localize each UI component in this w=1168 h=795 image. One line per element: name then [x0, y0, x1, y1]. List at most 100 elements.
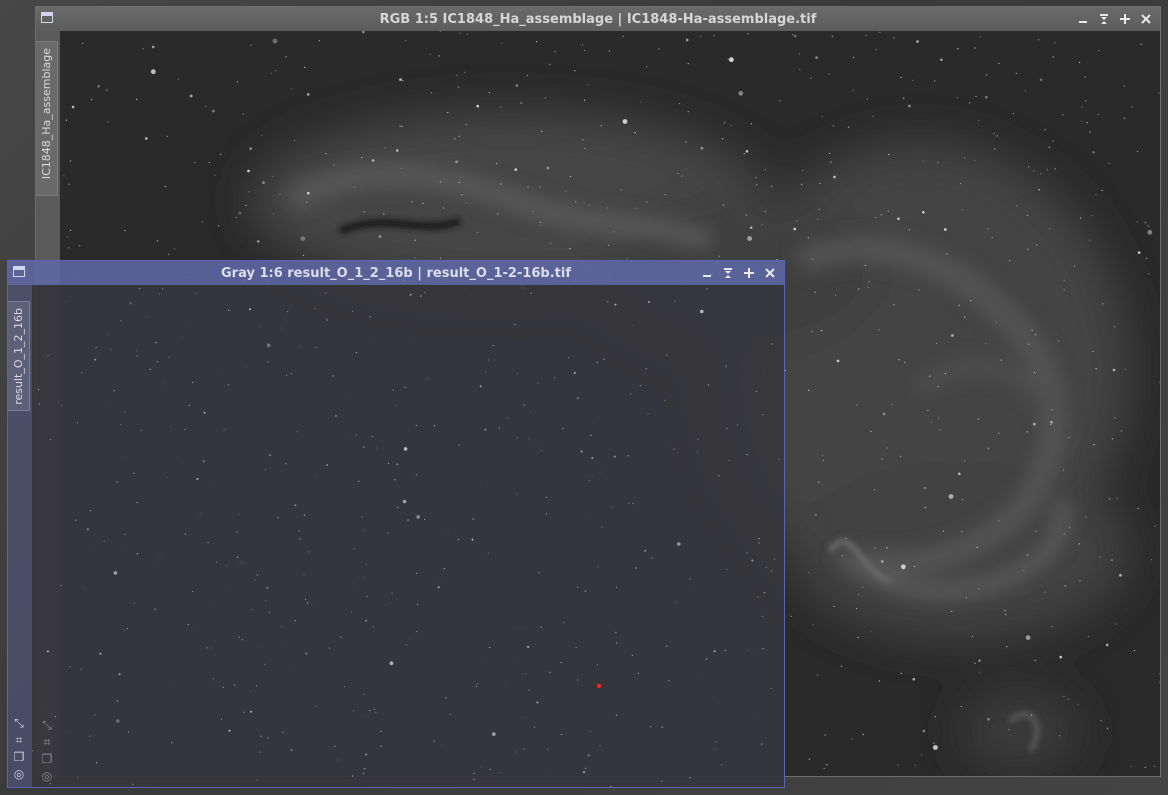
- star: [1081, 120, 1083, 122]
- star: [75, 519, 77, 521]
- star: [414, 257, 416, 259]
- star: [325, 153, 327, 155]
- target-icon[interactable]: ◎: [12, 767, 26, 781]
- star: [923, 160, 925, 162]
- minimize-button[interactable]: [698, 264, 715, 281]
- star: [1091, 215, 1093, 217]
- star: [761, 743, 763, 745]
- star: [899, 455, 902, 457]
- fit-view-icon[interactable]: ⤡: [40, 718, 54, 732]
- star: [961, 531, 963, 533]
- clone-icon[interactable]: ❐: [12, 750, 26, 764]
- shade-button[interactable]: [1095, 10, 1112, 27]
- star: [151, 45, 155, 49]
- star: [318, 40, 320, 42]
- oiii-image[interactable]: ⤡ ⌗ ❐ ◎: [32, 285, 784, 787]
- close-button[interactable]: [1137, 10, 1154, 27]
- star: [1057, 340, 1060, 342]
- star: [449, 713, 451, 715]
- star: [970, 299, 972, 302]
- maximize-button[interactable]: [740, 264, 757, 281]
- star: [807, 237, 809, 239]
- window-icon[interactable]: [13, 266, 25, 277]
- star: [980, 35, 982, 37]
- star: [113, 390, 115, 392]
- star: [1026, 431, 1028, 433]
- star: [865, 34, 867, 36]
- star: [549, 242, 552, 244]
- zoom-fit-icon[interactable]: ⌗: [12, 733, 26, 747]
- star: [404, 386, 406, 389]
- star: [420, 295, 422, 297]
- star: [214, 174, 216, 176]
- star: [1087, 635, 1089, 637]
- star: [129, 302, 132, 305]
- star: [1093, 444, 1095, 446]
- star: [1148, 273, 1150, 275]
- star: [1107, 727, 1109, 730]
- image-window-result-o[interactable]: Gray 1:6 result_O_1_2_16b | result_O_1-2…: [7, 260, 785, 788]
- star: [140, 429, 142, 431]
- star: [762, 414, 764, 416]
- star: [661, 780, 663, 782]
- clone-icon[interactable]: ❐: [40, 752, 54, 766]
- star: [743, 153, 745, 155]
- star: [965, 597, 967, 599]
- side-tab-ic1848[interactable]: IC1848_Ha_assemblage: [36, 41, 58, 196]
- title-bar[interactable]: RGB 1:5 IC1848_Ha_assemblage | IC1848-Ha…: [36, 7, 1160, 31]
- minimize-button[interactable]: [1074, 10, 1091, 27]
- side-tab-label: result_O_1_2_16b: [12, 308, 25, 405]
- star: [946, 253, 948, 255]
- star: [250, 691, 252, 693]
- star: [554, 377, 556, 379]
- star: [927, 409, 929, 412]
- maximize-button[interactable]: [1116, 10, 1133, 27]
- star: [900, 76, 902, 79]
- star: [991, 237, 993, 239]
- star: [713, 650, 716, 653]
- star: [155, 341, 158, 344]
- star: [645, 368, 647, 370]
- star: [923, 486, 927, 490]
- star: [977, 418, 980, 420]
- star: [443, 568, 445, 570]
- shade-button[interactable]: [719, 264, 736, 281]
- star: [582, 139, 584, 141]
- star: [764, 211, 766, 213]
- star: [89, 510, 91, 512]
- window-icon[interactable]: [41, 12, 53, 23]
- star: [215, 561, 218, 563]
- star: [908, 104, 911, 108]
- star: [1115, 623, 1117, 625]
- star: [798, 53, 801, 55]
- star: [1033, 170, 1035, 172]
- target-icon[interactable]: ◎: [40, 769, 54, 783]
- star: [227, 384, 230, 386]
- star: [107, 121, 109, 123]
- star: [996, 135, 998, 137]
- star: [858, 288, 860, 290]
- star: [445, 697, 447, 699]
- star: [1036, 244, 1038, 246]
- star: [1052, 56, 1054, 58]
- star: [523, 748, 525, 750]
- zoom-fit-icon[interactable]: ⌗: [40, 735, 54, 749]
- star: [437, 586, 440, 589]
- star: [771, 343, 773, 345]
- title-bar[interactable]: Gray 1:6 result_O_1_2_16b | result_O_1-2…: [8, 261, 784, 285]
- star: [1031, 714, 1033, 716]
- star: [761, 615, 764, 617]
- side-tab-result-o[interactable]: result_O_1_2_16b: [8, 301, 30, 411]
- star: [677, 172, 679, 175]
- star: [516, 437, 518, 439]
- star: [261, 135, 263, 137]
- star: [187, 623, 189, 626]
- fit-view-icon[interactable]: ⤡: [12, 716, 26, 730]
- star: [67, 236, 69, 238]
- close-button[interactable]: [761, 264, 778, 281]
- star: [416, 515, 421, 519]
- star: [1027, 248, 1029, 250]
- star: [192, 381, 194, 384]
- star: [1044, 129, 1046, 131]
- star: [589, 731, 591, 733]
